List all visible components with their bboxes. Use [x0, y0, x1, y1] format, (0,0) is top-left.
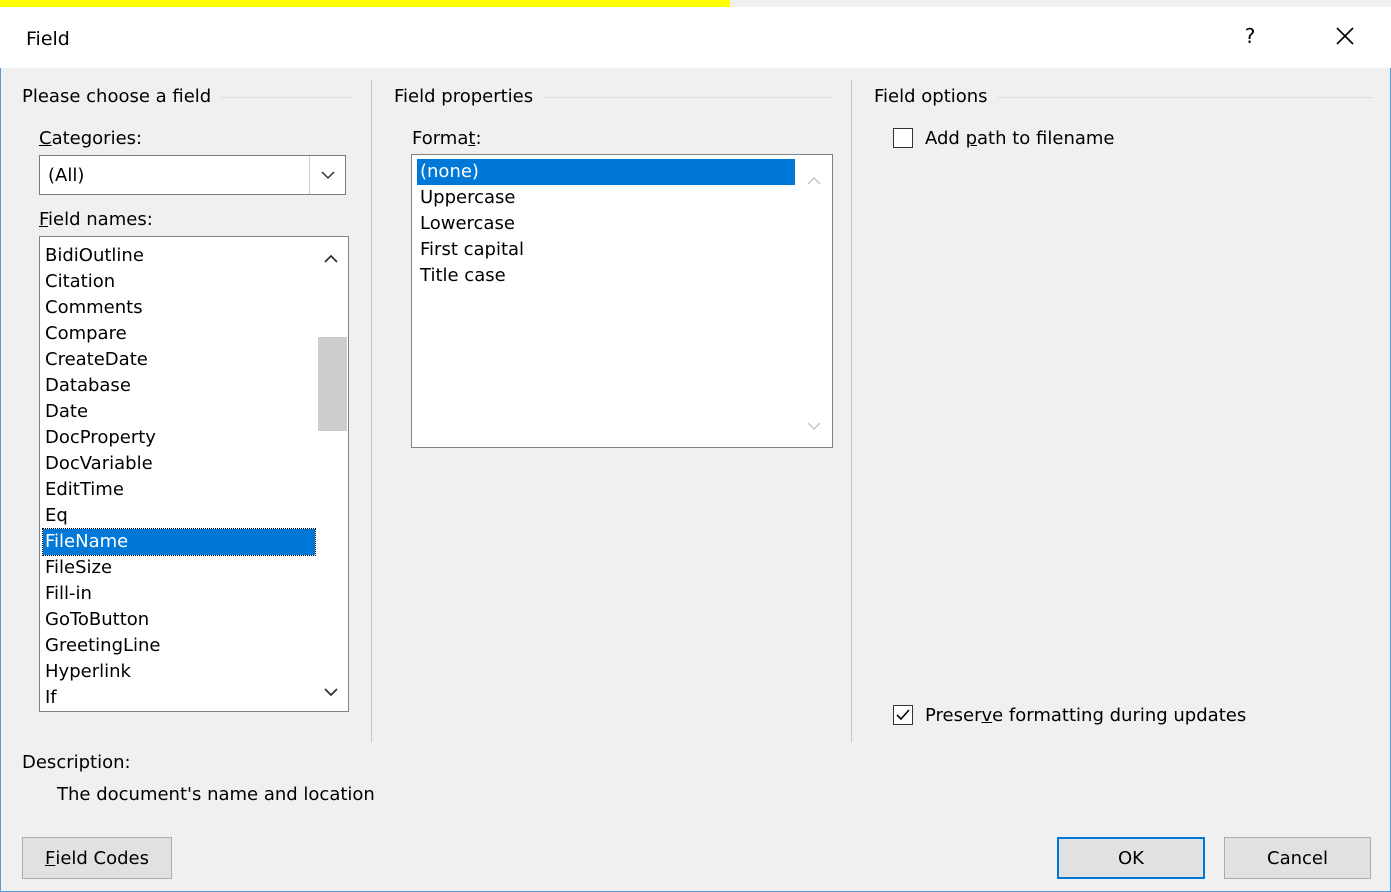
field-item-citation[interactable]: Citation: [45, 269, 115, 295]
chevron-down-icon: [320, 170, 335, 179]
format-item-uppercase[interactable]: Uppercase: [420, 185, 515, 211]
highlight-strip: [0, 0, 730, 7]
help-button[interactable]: ?: [1230, 16, 1270, 56]
categories-label: Categories:: [39, 128, 143, 149]
field-names-scroll-thumb[interactable]: [318, 337, 347, 431]
categories-value: (All): [48, 165, 85, 186]
field-item-date[interactable]: Date: [45, 399, 88, 425]
help-icon: ?: [1244, 24, 1256, 48]
field-names-scroll-up[interactable]: [316, 245, 346, 271]
title-bar: [0, 7, 1391, 68]
close-button[interactable]: [1322, 16, 1368, 56]
add-path-label[interactable]: Add path to filename: [925, 128, 1115, 149]
cancel-button[interactable]: Cancel: [1224, 837, 1371, 879]
field-item-fill-in[interactable]: Fill-in: [45, 581, 92, 607]
format-item-lowercase[interactable]: Lowercase: [420, 211, 515, 237]
separator-left: [371, 80, 372, 742]
field-item-database[interactable]: Database: [45, 373, 131, 399]
field-item-if[interactable]: If: [45, 685, 57, 711]
chevron-up-icon: [324, 254, 338, 263]
format-listbox[interactable]: (none) Uppercase Lowercase First capital…: [411, 154, 833, 448]
field-names-label: Field names:: [39, 209, 153, 230]
format-label: Format:: [412, 128, 482, 149]
description-text: The document's name and location: [57, 784, 375, 805]
field-item-filesize[interactable]: FileSize: [45, 555, 112, 581]
ok-button[interactable]: OK: [1057, 837, 1205, 879]
field-item-filename[interactable]: FileName: [42, 528, 316, 556]
group-title-options: Field options: [874, 86, 998, 107]
field-names-scroll-down[interactable]: [316, 679, 346, 705]
field-item-bidioutline[interactable]: BidiOutline: [45, 243, 144, 269]
field-item-createdate[interactable]: CreateDate: [45, 347, 148, 373]
field-item-eq[interactable]: Eq: [45, 503, 68, 529]
separator-right: [851, 80, 852, 742]
format-item-title-case[interactable]: Title case: [420, 263, 506, 289]
dialog-title: Field: [26, 28, 70, 50]
preserve-formatting-label[interactable]: Preserve formatting during updates: [925, 705, 1246, 726]
field-item-gotobutton[interactable]: GoToButton: [45, 607, 149, 633]
field-item-hyperlink[interactable]: Hyperlink: [45, 659, 131, 685]
field-item-docproperty[interactable]: DocProperty: [45, 425, 156, 451]
field-item-greetingline[interactable]: GreetingLine: [45, 633, 161, 659]
chevron-down-icon: [324, 687, 338, 696]
field-item-compare[interactable]: Compare: [45, 321, 127, 347]
format-scroll-down[interactable]: [799, 413, 829, 439]
chevron-up-icon: [807, 176, 821, 185]
field-names-listbox[interactable]: BidiOutline Citation Comments Compare Cr…: [39, 236, 349, 712]
chevron-down-icon: [807, 421, 821, 430]
group-title-properties: Field properties: [394, 86, 544, 107]
categories-combobox[interactable]: (All): [39, 155, 346, 195]
categories-dropdown-button[interactable]: [309, 156, 345, 194]
field-item-edittime[interactable]: EditTime: [45, 477, 124, 503]
field-codes-button[interactable]: Field Codes: [22, 837, 172, 879]
close-icon: [1336, 27, 1354, 45]
format-item-first-capital[interactable]: First capital: [420, 237, 524, 263]
format-scroll-up[interactable]: [799, 167, 829, 193]
checkmark-icon: [896, 709, 910, 721]
group-title-choose: Please choose a field: [22, 86, 222, 107]
description-label: Description:: [22, 752, 131, 773]
field-item-docvariable[interactable]: DocVariable: [45, 451, 153, 477]
field-item-comments[interactable]: Comments: [45, 295, 143, 321]
add-path-checkbox[interactable]: [893, 128, 913, 148]
preserve-formatting-checkbox[interactable]: [893, 705, 913, 725]
format-item-none[interactable]: (none): [417, 159, 795, 185]
